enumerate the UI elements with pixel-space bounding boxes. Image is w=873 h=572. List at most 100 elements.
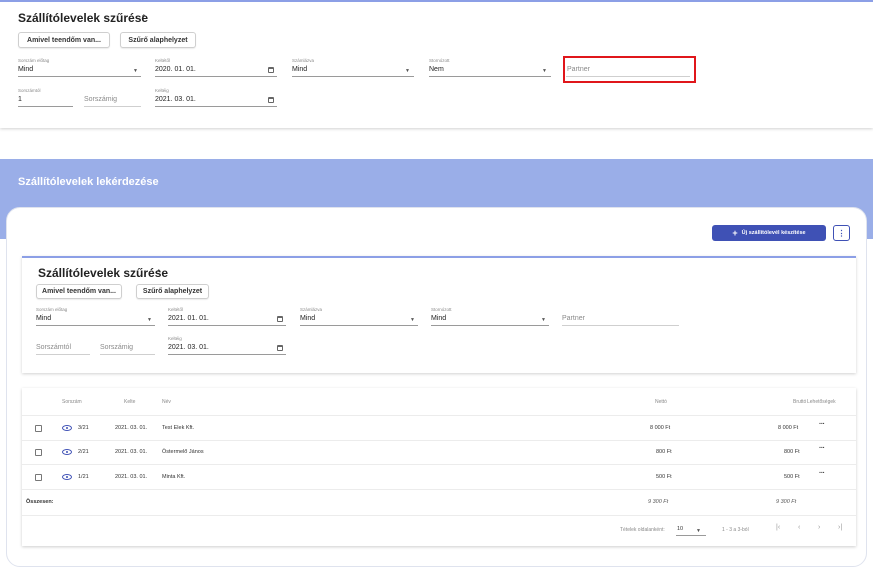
row-number: 1/21 [78, 474, 89, 480]
prev-page-icon[interactable]: ‹ [798, 524, 800, 531]
total-net: 9 300 Ft [648, 499, 669, 505]
to-date-label: Keltéig [168, 336, 182, 341]
row-name: Test Elek Kft. [162, 425, 195, 431]
num-to-input[interactable]: Sorszámig [84, 96, 117, 103]
col-header-gross[interactable]: Bruttó [793, 399, 806, 405]
total-gross: 9 300 Ft [776, 499, 797, 505]
invoiced-label: Számlázva [300, 307, 323, 312]
view-eye-icon[interactable] [62, 474, 72, 480]
todo-filter-button[interactable]: Amivel teendőm van... [36, 284, 122, 299]
prefix-dropdown-icon[interactable]: ▼ [133, 68, 138, 74]
prefix-select[interactable]: Mind [36, 315, 51, 322]
partner-underline [562, 325, 679, 326]
storno-dropdown-icon[interactable]: ▼ [542, 68, 547, 74]
row-name: Minta Kft. [162, 474, 186, 480]
num-from-underline [36, 354, 90, 355]
reset-filter-button[interactable]: Szűrő alaphelyzet [136, 284, 209, 299]
storno-label: Stornózott [431, 307, 452, 312]
page-range: 1 - 3 a 3-ból [722, 527, 749, 533]
page-size-dropdown-icon[interactable]: ▼ [696, 528, 701, 534]
from-date-underline [168, 325, 286, 326]
invoiced-dropdown-icon[interactable]: ▼ [405, 68, 410, 74]
calendar-icon[interactable] [277, 316, 283, 322]
results-table-card [22, 388, 856, 546]
row-number: 2/21 [78, 449, 89, 455]
prefix-select[interactable]: Mind [18, 66, 33, 73]
more-options-icon[interactable]: ⋮ [833, 225, 850, 241]
calendar-icon[interactable] [277, 345, 283, 351]
from-date-label: Keltétől [168, 307, 184, 312]
from-date-underline [155, 76, 277, 77]
num-from-input[interactable]: Sorszámtól [36, 344, 71, 351]
partner-highlight-box [563, 56, 696, 83]
row-actions-icon[interactable]: ··· [819, 470, 825, 477]
row-actions-icon[interactable]: ··· [819, 421, 825, 428]
collapse-chevron-icon[interactable]: ⌃ [140, 13, 148, 24]
first-page-icon[interactable]: |‹ [776, 524, 780, 531]
num-to-input[interactable]: Sorszámig [100, 344, 133, 351]
row-checkbox[interactable] [35, 425, 42, 432]
col-header-name[interactable]: Név [162, 399, 171, 405]
invoiced-select[interactable]: Mind [300, 315, 315, 322]
num-from-underline [18, 106, 73, 107]
col-header-actions: Lehetőségek [807, 399, 836, 405]
row-checkbox[interactable] [35, 474, 42, 481]
new-delivery-note-button[interactable]: + Új szállítólevél készítése [712, 225, 826, 241]
row-gross: 8 000 Ft [778, 425, 799, 431]
row-number: 3/21 [78, 425, 89, 431]
collapse-chevron-icon[interactable]: ⌃ [155, 268, 163, 279]
plus-icon: + [732, 228, 738, 238]
prefix-dropdown-icon[interactable]: ▼ [147, 317, 152, 323]
storno-select[interactable]: Nem [429, 66, 444, 73]
to-date-underline [155, 106, 277, 107]
todo-filter-button[interactable]: Amivel teendőm van... [18, 32, 110, 48]
row-net: 8 000 Ft [650, 425, 671, 431]
col-header-date[interactable]: Kelte [124, 399, 135, 405]
row-name: Östermelő János [162, 449, 204, 455]
row-gross: 500 Ft [784, 474, 800, 480]
from-date-field[interactable]: 2021. 01. 01. [168, 315, 209, 322]
row-divider [22, 440, 856, 441]
row-divider [22, 489, 856, 490]
to-date-underline [168, 354, 286, 355]
to-date-field[interactable]: 2021. 03. 01. [155, 96, 196, 103]
num-from-label: Sorszámtól [18, 88, 41, 93]
row-checkbox[interactable] [35, 449, 42, 456]
num-to-underline [84, 106, 141, 107]
storno-underline [431, 325, 549, 326]
page-title: Szállítólevelek lekérdezése [18, 176, 159, 188]
invoiced-select[interactable]: Mind [292, 66, 307, 73]
partner-input[interactable]: Partner [562, 315, 585, 322]
from-date-field[interactable]: 2020. 01. 01. [155, 66, 196, 73]
calendar-icon[interactable] [268, 67, 274, 73]
invoiced-label: Számlázva [292, 58, 315, 63]
row-date: 2021. 03. 01. [115, 425, 148, 431]
page-size-select[interactable]: 10 [677, 526, 683, 532]
to-date-field[interactable]: 2021. 03. 01. [168, 344, 209, 351]
num-to-underline [100, 354, 155, 355]
storno-dropdown-icon[interactable]: ▼ [541, 317, 546, 323]
view-eye-icon[interactable] [62, 449, 72, 455]
page-size-label: Tételek oldalanként: [620, 527, 665, 533]
prefix-underline [18, 76, 141, 77]
reset-filter-button[interactable]: Szűrő alaphelyzet [120, 32, 196, 48]
row-divider [22, 415, 856, 416]
col-header-number[interactable]: Sorszám [62, 399, 82, 405]
storno-underline [429, 76, 551, 77]
row-date: 2021. 03. 01. [115, 474, 148, 480]
next-page-icon[interactable]: › [818, 524, 820, 531]
row-gross: 800 Ft [784, 449, 800, 455]
view-eye-icon[interactable] [62, 425, 72, 431]
storno-select[interactable]: Mind [431, 315, 446, 322]
row-actions-icon[interactable]: ··· [819, 445, 825, 452]
invoiced-dropdown-icon[interactable]: ▼ [410, 317, 415, 323]
prefix-underline [36, 325, 155, 326]
col-header-net[interactable]: Nettó [655, 399, 667, 405]
invoiced-underline [300, 325, 418, 326]
to-date-label: Keltéig [155, 88, 169, 93]
last-page-icon[interactable]: ›| [838, 524, 842, 531]
row-net: 800 Ft [656, 449, 672, 455]
new-delivery-note-label: Új szállítólevél készítése [741, 230, 806, 236]
calendar-icon[interactable] [268, 97, 274, 103]
num-from-input[interactable]: 1 [18, 96, 22, 103]
